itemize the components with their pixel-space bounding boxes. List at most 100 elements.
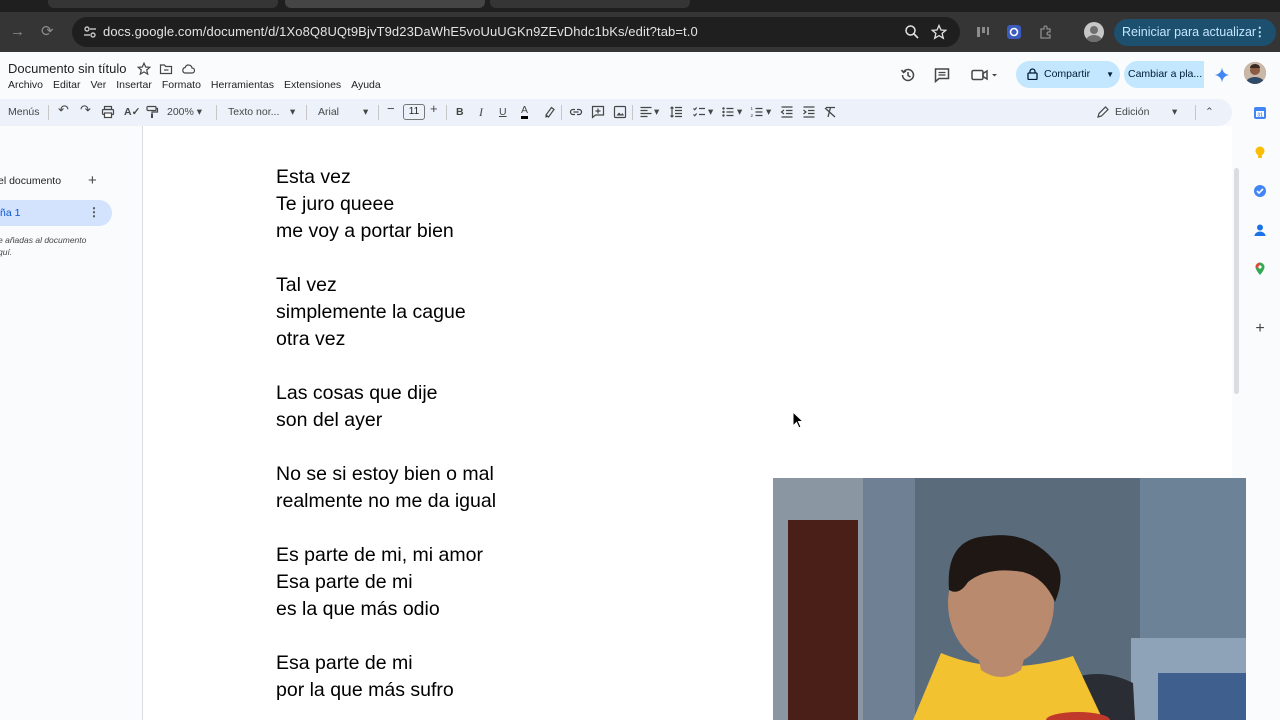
menu-formato[interactable]: Formato	[162, 79, 201, 91]
share-button[interactable]: Compartir ▼	[1016, 61, 1120, 88]
checklist-icon[interactable]	[692, 105, 706, 119]
insert-image-icon[interactable]	[613, 105, 627, 119]
menu-herramientas[interactable]: Herramientas	[211, 79, 274, 91]
switch-tab-button[interactable]: Cambiar a pla...	[1124, 61, 1204, 88]
history-icon[interactable]	[899, 66, 917, 84]
document-line[interactable]: Te juro queee	[276, 191, 496, 218]
document-line[interactable]: son del ayer	[276, 407, 496, 434]
add-addon-icon[interactable]: +	[1253, 321, 1267, 337]
menu-archivo[interactable]: Archivo	[8, 79, 43, 91]
font-size-input[interactable]: 11	[403, 104, 425, 120]
address-bar[interactable]: docs.google.com/document/d/1Xo8Q8UQt9Bjv…	[72, 17, 960, 47]
document-line[interactable]: realmente no me da igual	[276, 488, 496, 515]
reload-icon[interactable]: ⟳	[41, 24, 54, 40]
document-line[interactable]: Esta vez	[276, 164, 496, 191]
more-vert-icon[interactable]: ⋮	[88, 205, 100, 219]
extension-gear-icon[interactable]	[1006, 24, 1022, 40]
document-line[interactable]: me voy a portar bien	[276, 218, 496, 245]
bold-icon[interactable]: B	[456, 105, 464, 119]
add-tab-icon[interactable]: +	[88, 172, 97, 189]
url-text[interactable]: docs.google.com/document/d/1Xo8Q8UQt9Bjv…	[103, 24, 698, 39]
menu-extensiones[interactable]: Extensiones	[284, 79, 341, 91]
menu-ayuda[interactable]: Ayuda	[351, 79, 381, 91]
empty-line[interactable]	[276, 623, 496, 650]
browser-tab[interactable]	[490, 0, 690, 8]
keep-icon[interactable]	[1253, 145, 1267, 159]
menus-button[interactable]: Menús	[8, 105, 40, 119]
chevron-down-icon[interactable]: ▾	[654, 105, 659, 119]
add-comment-icon[interactable]	[591, 105, 605, 119]
maps-icon[interactable]	[1253, 262, 1267, 276]
empty-line[interactable]	[276, 245, 496, 272]
undo-icon[interactable]: ↶	[58, 103, 69, 117]
style-select[interactable]: Texto nor...	[228, 105, 279, 119]
document-line[interactable]: por la que más sufro	[276, 677, 496, 704]
document-line[interactable]: Esa parte de mi	[276, 569, 496, 596]
pencil-icon[interactable]	[1096, 105, 1110, 119]
zoom-select[interactable]: 200% ▾	[167, 105, 202, 119]
empty-line[interactable]	[276, 353, 496, 380]
star-icon[interactable]	[931, 24, 947, 40]
chevron-down-icon[interactable]: ▾	[290, 105, 295, 119]
document-line[interactable]: Es parte de mi, mi amor	[276, 542, 496, 569]
decrease-font-size-button[interactable]: −	[387, 102, 395, 116]
cloud-status-icon[interactable]	[181, 62, 195, 76]
text-color-icon[interactable]: A	[521, 105, 529, 119]
numbered-list-icon[interactable]: 1 2	[750, 105, 764, 119]
outline-tab-item[interactable]: ña 1 ⋮	[0, 200, 112, 226]
document-line[interactable]: es la que más odio	[276, 596, 496, 623]
comments-icon[interactable]	[933, 66, 951, 84]
increase-font-size-button[interactable]: +	[430, 102, 438, 116]
menu-editar[interactable]: Editar	[53, 79, 80, 91]
extension-bars-icon[interactable]	[975, 24, 991, 40]
star-icon[interactable]	[137, 62, 151, 76]
document-line[interactable]: No se si estoy bien o mal	[276, 461, 496, 488]
avatar[interactable]	[1244, 62, 1266, 84]
document-line[interactable]: Las cosas que dije	[276, 380, 496, 407]
puzzle-icon[interactable]	[1038, 24, 1054, 40]
document-title[interactable]: Documento sin título	[8, 61, 127, 76]
print-icon[interactable]	[101, 105, 115, 119]
menu-insertar[interactable]: Insertar	[116, 79, 152, 91]
document-line[interactable]: simplemente la cague	[276, 299, 496, 326]
collapse-toolbar-icon[interactable]: ⌃	[1205, 105, 1214, 119]
italic-icon[interactable]: I	[479, 105, 483, 119]
editing-mode-select[interactable]: Edición	[1115, 105, 1149, 119]
decrease-indent-icon[interactable]	[780, 105, 794, 119]
chevron-down-icon[interactable]: ▾	[708, 105, 713, 119]
spellcheck-icon[interactable]: A✓	[124, 105, 140, 119]
menu-ver[interactable]: Ver	[90, 79, 106, 91]
clear-formatting-icon[interactable]	[823, 105, 837, 119]
tasks-icon[interactable]	[1253, 184, 1267, 198]
more-icon[interactable]: ⋮	[1254, 19, 1267, 46]
highlight-icon[interactable]	[543, 105, 557, 119]
paint-format-icon[interactable]	[145, 105, 159, 119]
document-line[interactable]: Tal vez	[276, 272, 496, 299]
line-spacing-icon[interactable]	[669, 105, 683, 119]
empty-line[interactable]	[276, 515, 496, 542]
browser-tab-active[interactable]	[285, 0, 485, 8]
align-left-icon[interactable]	[639, 105, 653, 119]
underline-icon[interactable]: U	[499, 105, 507, 119]
increase-indent-icon[interactable]	[802, 105, 816, 119]
calendar-icon[interactable]: 31	[1253, 106, 1267, 120]
empty-line[interactable]	[276, 434, 496, 461]
contacts-icon[interactable]	[1253, 223, 1267, 237]
chevron-down-icon[interactable]: ▼	[1106, 61, 1114, 88]
font-select[interactable]: Arial	[318, 105, 339, 119]
update-button[interactable]: Reiniciar para actualizar ⋮	[1114, 19, 1276, 46]
document-line[interactable]: otra vez	[276, 326, 496, 353]
zoom-icon[interactable]	[904, 24, 920, 40]
scrollbar-thumb[interactable]	[1234, 168, 1239, 394]
chevron-down-icon[interactable]: ▾	[737, 105, 742, 119]
tune-icon[interactable]	[82, 24, 98, 40]
forward-icon[interactable]: →	[10, 24, 25, 40]
document-body[interactable]: Esta vez Te juro queee me voy a portar bie…	[276, 164, 496, 704]
chevron-down-icon[interactable]: ▾	[1172, 105, 1177, 119]
document-line[interactable]: Esa parte de mi	[276, 650, 496, 677]
meet-icon[interactable]	[970, 66, 1000, 84]
bulleted-list-icon[interactable]	[721, 105, 735, 119]
move-folder-icon[interactable]	[159, 62, 173, 76]
browser-tab[interactable]	[48, 0, 278, 8]
chevron-down-icon[interactable]: ▾	[766, 105, 771, 119]
